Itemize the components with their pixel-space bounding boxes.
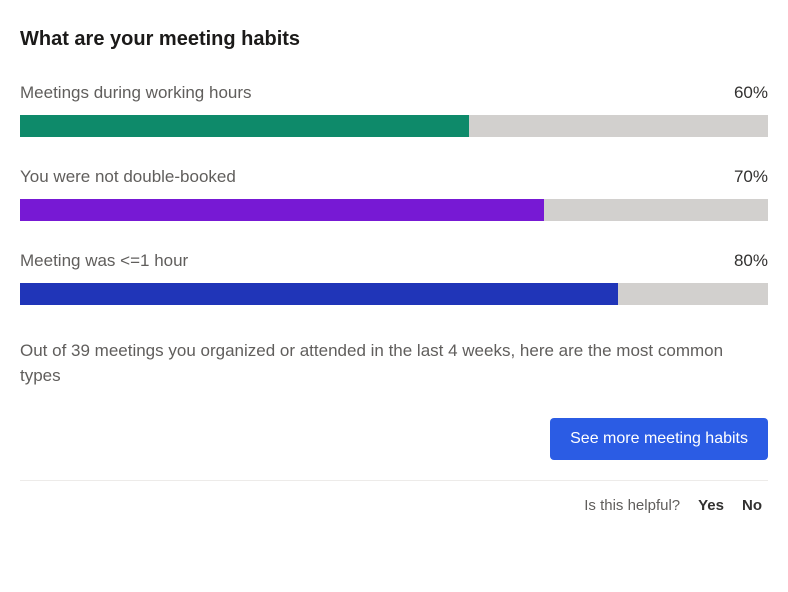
progress-fill [20,115,469,137]
feedback-bar: Is this helpful? Yes No [20,480,768,514]
see-more-button[interactable]: See more meeting habits [550,418,768,460]
progress-track [20,115,768,137]
feedback-no-button[interactable]: No [742,497,762,514]
progress-track [20,199,768,221]
page-title: What are your meeting habits [20,28,768,51]
progress-track [20,283,768,305]
habit-row: Meeting was <=1 hour 80% [20,251,768,305]
habit-percent: 60% [734,83,768,103]
habit-label: You were not double-booked [20,167,236,187]
habit-percent: 80% [734,251,768,271]
habit-percent: 70% [734,167,768,187]
habit-label: Meetings during working hours [20,83,252,103]
habit-row: Meetings during working hours 60% [20,83,768,137]
habit-row: You were not double-booked 70% [20,167,768,221]
progress-fill [20,199,544,221]
habit-label: Meeting was <=1 hour [20,251,188,271]
summary-text: Out of 39 meetings you organized or atte… [20,339,768,388]
feedback-prompt: Is this helpful? [584,497,680,514]
feedback-yes-button[interactable]: Yes [698,497,724,514]
progress-fill [20,283,618,305]
